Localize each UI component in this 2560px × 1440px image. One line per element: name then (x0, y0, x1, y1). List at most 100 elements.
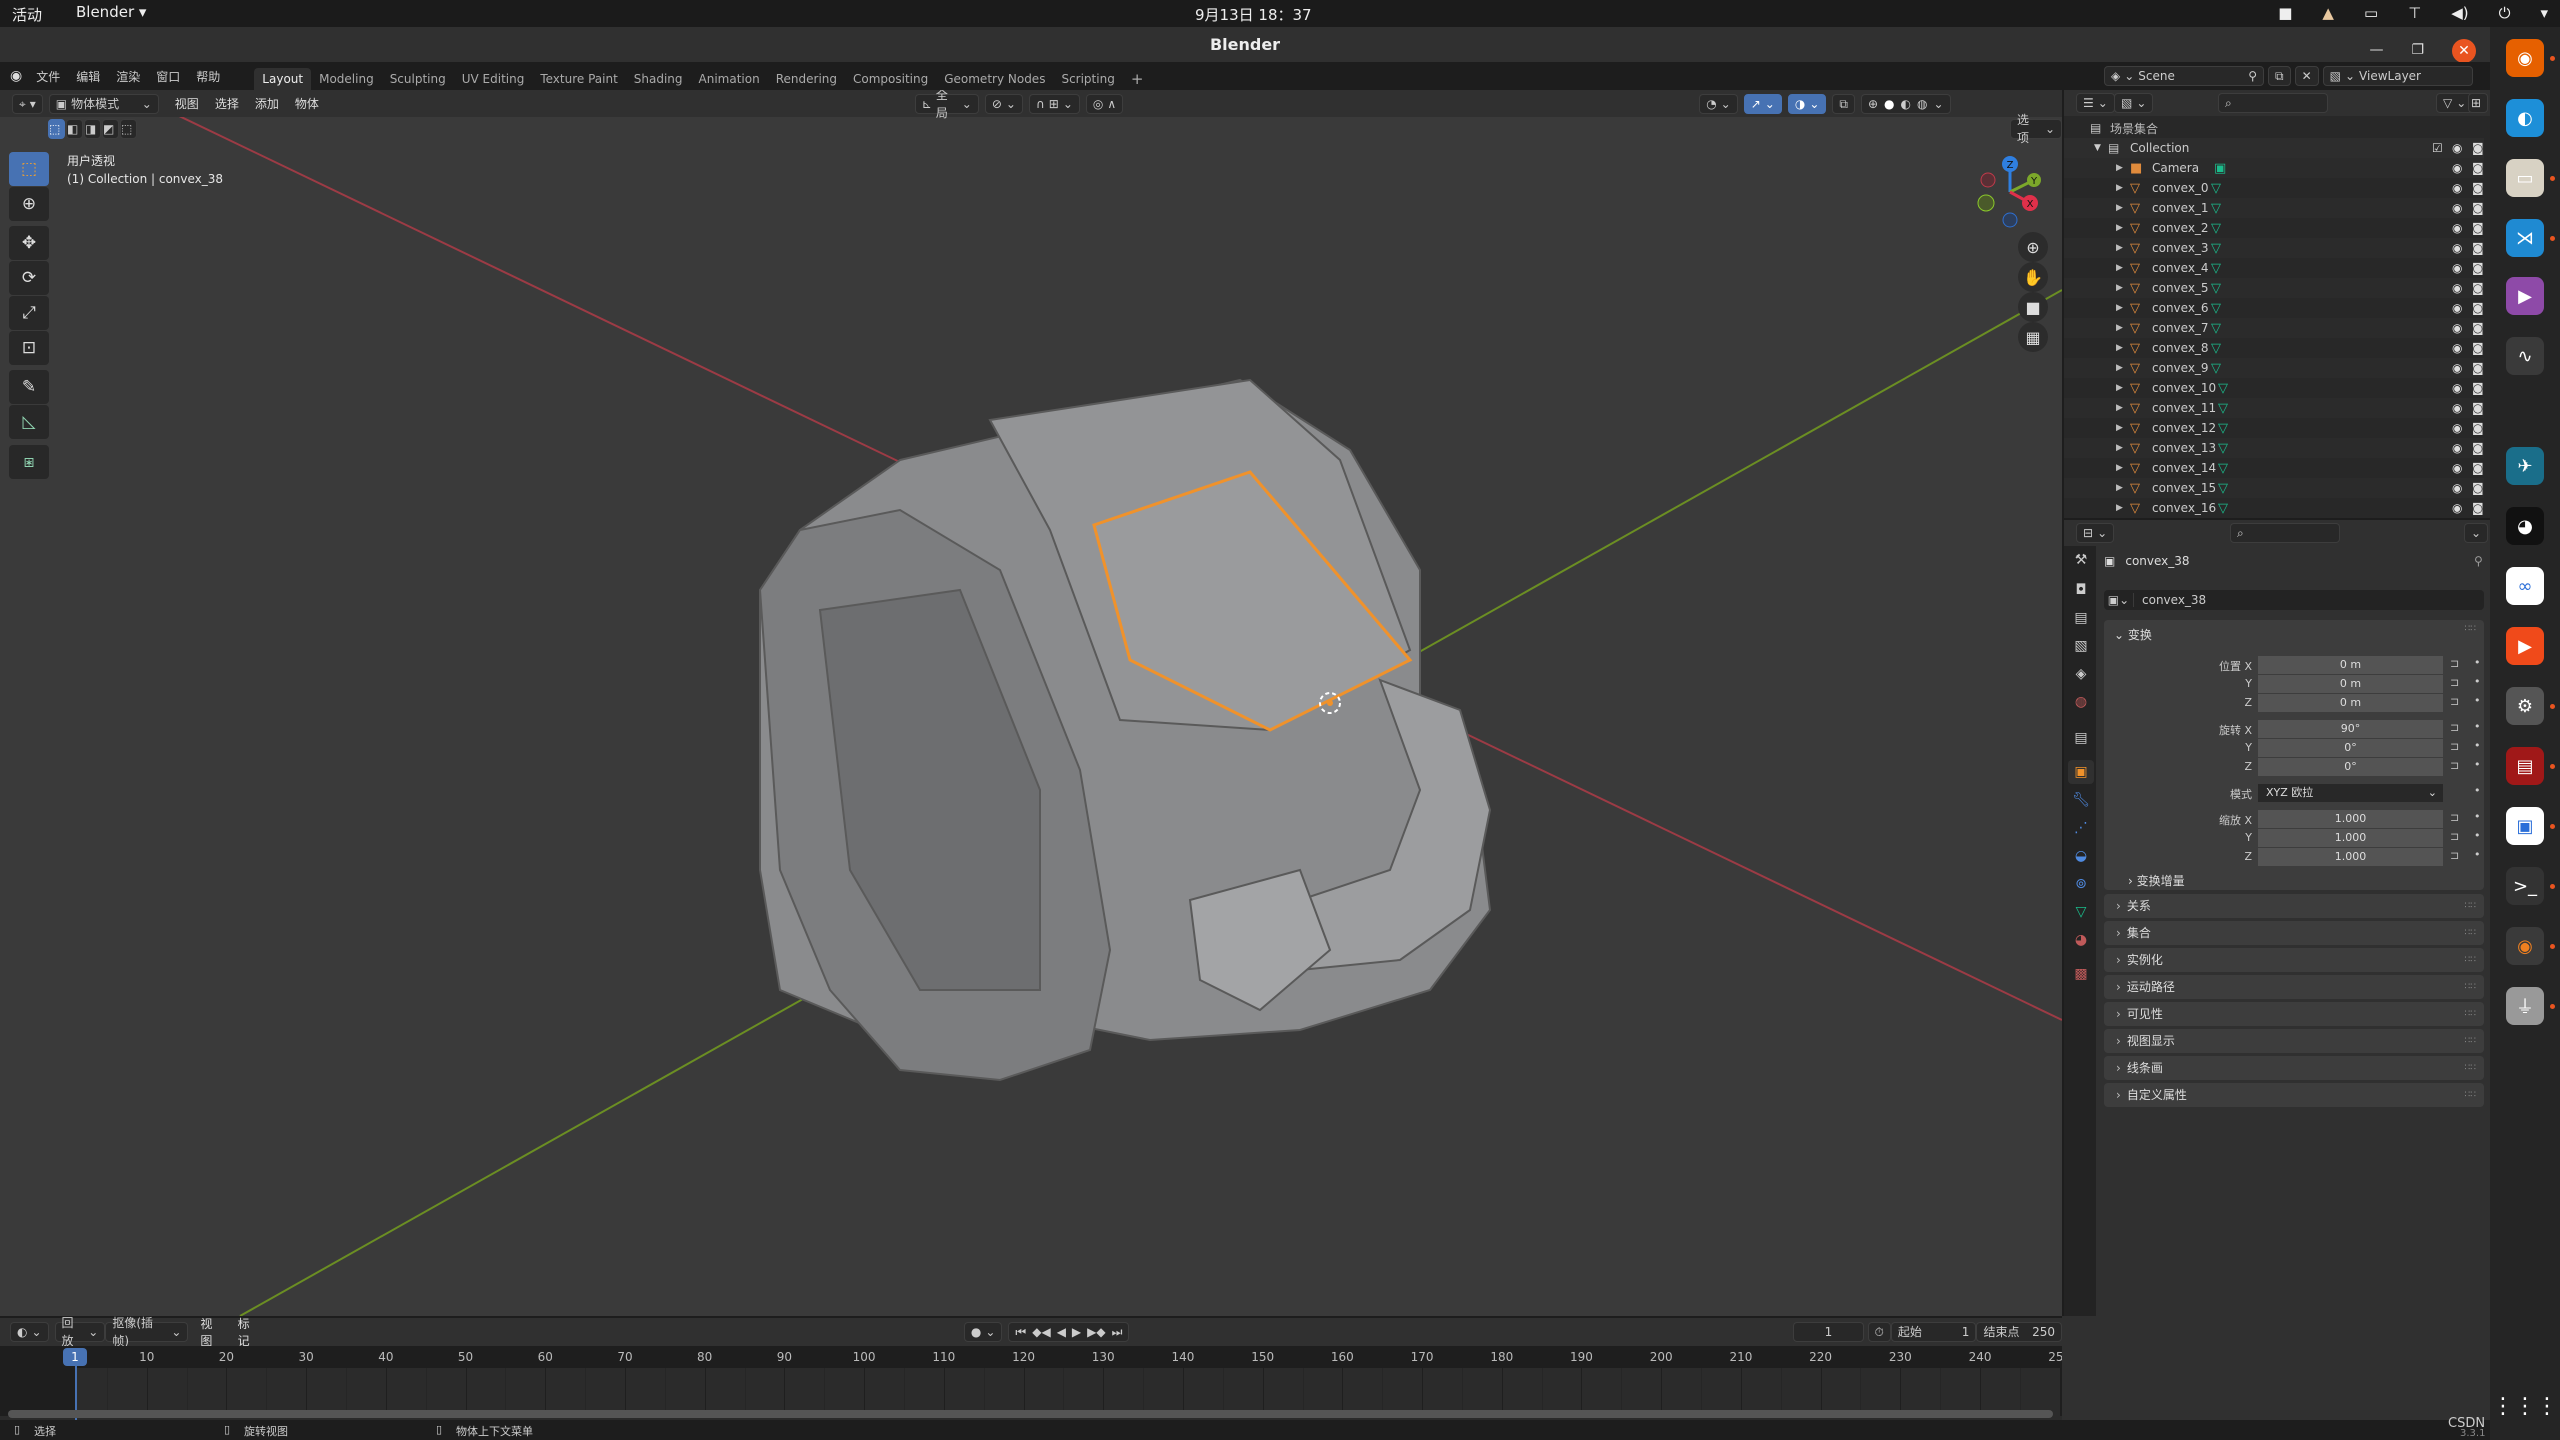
tree-item-convex-12[interactable]: ▶ ▽ convex_12 ▽ ◉ ◙ (2064, 418, 2484, 438)
tab-collection[interactable]: ▤ (2068, 726, 2094, 750)
tree-item-collection[interactable]: ▼ ▤ Collection ☑ ◉ ◙ (2064, 138, 2484, 158)
eye-icon[interactable]: ◉ (2452, 441, 2462, 455)
keyframe-dot-icon[interactable]: • (2474, 739, 2481, 752)
expand-icon[interactable]: ▶ (2116, 383, 2123, 393)
eye-icon[interactable]: ◉ (2452, 461, 2462, 475)
display-mode-dropdown[interactable]: ☰ ⌄ (2076, 93, 2115, 113)
tree-item-convex-5[interactable]: ▶ ▽ convex_5 ▽ ◉ ◙ (2064, 278, 2484, 298)
collapse-icon[interactable]: ▼ (2094, 143, 2101, 153)
scale-x-field[interactable]: 1.000 (2258, 810, 2443, 828)
new-scene-button[interactable]: ⧉ (2268, 66, 2291, 86)
keyframe-dot-icon[interactable]: • (2474, 694, 2481, 707)
mesh-data-icon[interactable]: ▽ (2211, 181, 2221, 196)
lock-icon[interactable]: ⊐ (2450, 676, 2459, 689)
keyframe-dot-icon[interactable]: • (2474, 720, 2481, 733)
gizmo-toggle[interactable]: ↗ ⌄ (1743, 93, 1782, 114)
dock-blender-icon[interactable]: ◉ (2506, 927, 2544, 965)
dock-terminal-icon[interactable]: >_ (2506, 867, 2544, 905)
mesh-data-icon[interactable]: ▽ (2218, 501, 2228, 516)
tool-select-box[interactable]: ⬚ (9, 152, 49, 186)
rendered-shading-icon[interactable]: ◍ (1917, 95, 1927, 113)
tab-modifiers[interactable]: 🔧︎ (2068, 788, 2094, 812)
dock-wps-icon[interactable]: ▶ (2506, 627, 2544, 665)
render-camera-icon[interactable]: ◙ (2472, 321, 2484, 335)
keyframe-dot-icon[interactable]: • (2474, 758, 2481, 771)
tab-animation[interactable]: Animation (691, 68, 768, 90)
lock-icon[interactable]: ⊐ (2450, 740, 2459, 753)
drag-grip-icon[interactable]: ∷∷ (2465, 894, 2476, 918)
checkbox-icon[interactable]: ☑ (2432, 141, 2443, 155)
menu-window[interactable]: 窗口 (148, 68, 188, 85)
playhead[interactable]: 1 (63, 1348, 87, 1366)
panel-section-6[interactable]: › 线条画 ∷∷ (2104, 1056, 2484, 1080)
keyframe-dot-icon[interactable]: • (2474, 656, 2481, 669)
menu-file[interactable]: 文件 (28, 68, 68, 85)
tab-scripting[interactable]: Scripting (1053, 68, 1122, 90)
dock-settings-icon[interactable]: ⚙ (2506, 687, 2544, 725)
dock-edge-icon[interactable]: ◐ (2506, 99, 2544, 137)
render-camera-icon[interactable]: ◙ (2472, 201, 2484, 215)
eye-icon[interactable]: ◉ (2452, 241, 2462, 255)
tree-item-convex-6[interactable]: ▶ ▽ convex_6 ▽ ◉ ◙ (2064, 298, 2484, 318)
solid-shading-icon[interactable]: ● (1884, 95, 1894, 113)
tab-compositing[interactable]: Compositing (845, 68, 936, 90)
render-camera-icon[interactable]: ◙ (2472, 421, 2484, 435)
location-x-field[interactable]: 0 m (2258, 656, 2443, 674)
drag-grip-icon[interactable]: ∷∷ (2465, 921, 2476, 945)
tab-view-layer[interactable]: ▧ (2068, 634, 2094, 658)
tool-annotate[interactable]: ✎ (9, 370, 49, 404)
location-y-field[interactable]: 0 m (2258, 675, 2443, 693)
tab-output[interactable]: ▤ (2068, 606, 2094, 630)
clock[interactable]: 9月13日 18：37 (1195, 4, 1312, 25)
navigation-gizmo[interactable]: Z Y X (1970, 150, 2050, 230)
blender-logo-icon[interactable]: ◉ (10, 68, 22, 84)
timeline-grid[interactable] (0, 1318, 2141, 1422)
object-name-field[interactable]: ▣⌄ convex_38 (2104, 590, 2484, 610)
mesh-data-icon[interactable]: ▽ (2211, 221, 2221, 236)
filter-layer-dropdown[interactable]: ▧ ⌄ (2114, 93, 2154, 113)
render-camera-icon[interactable]: ◙ (2472, 501, 2484, 515)
render-camera-icon[interactable]: ◙ (2472, 381, 2484, 395)
menu-view[interactable]: 视图 (175, 95, 199, 112)
pivot-point-dropdown[interactable]: ⊘ ⌄ (984, 93, 1023, 114)
render-camera-icon[interactable]: ◙ (2472, 361, 2484, 375)
options-dropdown[interactable]: ⌄ (2464, 523, 2489, 543)
tab-physics[interactable]: ◒ (2068, 844, 2094, 868)
expand-icon[interactable]: ▶ (2116, 463, 2123, 473)
expand-icon[interactable]: ▶ (2116, 343, 2123, 353)
tab-particles[interactable]: ⋰ (2068, 816, 2094, 840)
menu-help[interactable]: 帮助 (188, 68, 228, 85)
editor-type-button[interactable]: ⌖ ▾ (12, 93, 43, 114)
expand-icon[interactable]: ▶ (2116, 203, 2123, 213)
tree-item-convex-11[interactable]: ▶ ▽ convex_11 ▽ ◉ ◙ (2064, 398, 2484, 418)
eye-icon[interactable]: ◉ (2452, 321, 2462, 335)
dock-qq-icon[interactable]: ◕ (2506, 507, 2544, 545)
snap-toggle[interactable]: ∩ ⊞ ⌄ (1028, 93, 1080, 114)
tab-rendering[interactable]: Rendering (768, 68, 845, 90)
pin-icon[interactable]: ⚲ (2248, 67, 2257, 85)
render-camera-icon[interactable]: ◙ (2472, 441, 2484, 455)
expand-icon[interactable]: ▶ (2116, 223, 2123, 233)
expand-icon[interactable]: ▶ (2116, 483, 2123, 493)
lock-icon[interactable]: ⊐ (2450, 657, 2459, 670)
tab-world[interactable]: ◍ (2068, 690, 2094, 714)
mesh-data-icon[interactable]: ▽ (2218, 481, 2228, 496)
tool-rotate[interactable]: ⟳ (9, 261, 49, 295)
tree-item-convex-9[interactable]: ▶ ▽ convex_9 ▽ ◉ ◙ (2064, 358, 2484, 378)
menu-add[interactable]: 添加 (255, 95, 279, 112)
tab-shading[interactable]: Shading (626, 68, 691, 90)
mesh-data-icon[interactable]: ▽ (2218, 441, 2228, 456)
add-workspace-button[interactable]: + (1123, 68, 1152, 90)
eye-icon[interactable]: ◉ (2452, 401, 2462, 415)
render-camera-icon[interactable]: ◙ (2472, 161, 2484, 175)
eye-icon[interactable]: ◉ (2452, 161, 2462, 175)
scale-y-field[interactable]: 1.000 (2258, 829, 2443, 847)
eye-icon[interactable]: ◉ (2452, 281, 2462, 295)
camera-view-button[interactable]: ■ (2018, 292, 2048, 322)
select-new-icon[interactable]: ⬚ (48, 119, 65, 139)
cat-icon[interactable]: ▲ (2322, 4, 2334, 22)
tab-data[interactable]: ▽ (2068, 900, 2094, 924)
menu-object[interactable]: 物体 (295, 95, 319, 112)
tab-tool[interactable]: ⚒ (2068, 548, 2094, 572)
rotation-z-field[interactable]: 0° (2258, 758, 2443, 776)
